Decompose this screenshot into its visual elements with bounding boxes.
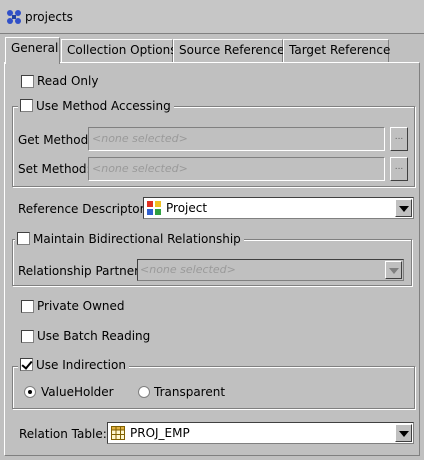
relation-table-label: Relation Table:: [19, 427, 107, 441]
batch-reading-label: Use Batch Reading: [37, 329, 151, 343]
reference-descriptor-dropdown-arrow[interactable]: [395, 199, 412, 217]
get-method-label: Get Method:: [18, 133, 93, 147]
table-icon: [111, 426, 125, 440]
private-owned-checkbox[interactable]: [21, 300, 34, 313]
use-method-accessing-checkbox[interactable]: [20, 99, 33, 112]
tab-target-reference[interactable]: Target Reference: [283, 39, 390, 62]
reference-descriptor-combo[interactable]: Project: [143, 197, 414, 219]
read-only-checkbox[interactable]: [21, 75, 34, 88]
maintain-bidirectional-checkbox[interactable]: [17, 232, 30, 245]
private-owned-label: Private Owned: [37, 299, 125, 313]
relation-table-dropdown-arrow[interactable]: [395, 424, 412, 442]
method-accessing-legend: Use Method Accessing: [18, 99, 174, 113]
relation-table-combo[interactable]: PROJ_EMP: [107, 422, 414, 444]
tab-source-reference[interactable]: Source Reference: [173, 39, 284, 62]
use-indirection-checkbox[interactable]: [20, 358, 33, 371]
reference-descriptor-label: Reference Descriptor:: [18, 202, 149, 216]
descriptor-class-icon: [147, 201, 161, 215]
title-bar: projects: [0, 0, 424, 34]
relation-table-value: PROJ_EMP: [130, 426, 190, 440]
set-method-browse-button[interactable]: ...: [390, 157, 408, 181]
transparent-label: Transparent: [154, 385, 226, 399]
get-method-browse-button[interactable]: ...: [390, 127, 408, 151]
bidirectional-legend: Maintain Bidirectional Relationship: [15, 232, 244, 246]
batch-reading-checkbox[interactable]: [21, 330, 34, 343]
maintain-bidirectional-label: Maintain Bidirectional Relationship: [33, 232, 241, 246]
indirection-legend: Use Indirection: [18, 358, 129, 372]
reference-descriptor-value: Project: [166, 201, 208, 215]
tab-collection-options[interactable]: Collection Options: [61, 39, 176, 62]
use-method-accessing-label: Use Method Accessing: [36, 99, 171, 113]
relationship-partner-label: Relationship Partner:: [18, 264, 143, 278]
get-method-field[interactable]: <none selected>: [88, 127, 385, 151]
descriptor-icon: [7, 10, 21, 24]
set-method-label: Set Method:: [18, 162, 91, 176]
relationship-partner-value: <none selected>: [140, 263, 236, 276]
tab-general[interactable]: General: [5, 37, 60, 64]
relationship-partner-dropdown-arrow[interactable]: [385, 261, 402, 279]
relationship-partner-combo[interactable]: <none selected>: [137, 259, 404, 281]
set-method-field[interactable]: <none selected>: [88, 157, 385, 181]
transparent-radio[interactable]: [138, 386, 150, 398]
read-only-label: Read Only: [37, 74, 99, 88]
valueholder-label: ValueHolder: [41, 385, 114, 399]
valueholder-radio[interactable]: [24, 386, 36, 398]
window-title: projects: [25, 10, 73, 24]
use-indirection-label: Use Indirection: [36, 358, 126, 372]
